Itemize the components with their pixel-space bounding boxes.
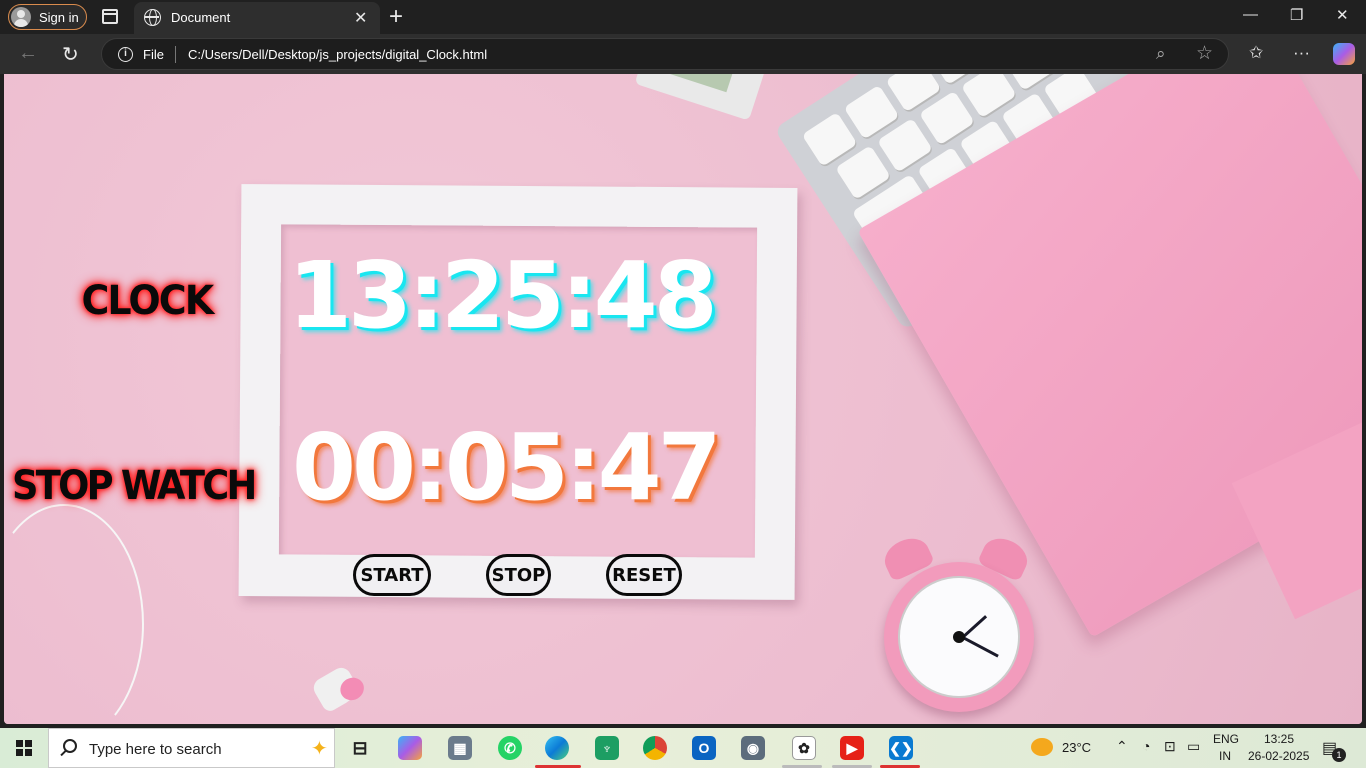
start-button[interactable]: START (353, 554, 431, 596)
tab-actions-icon[interactable] (102, 9, 118, 24)
calculator-icon[interactable]: ▦ (448, 736, 472, 760)
whatsapp-icon[interactable]: ✆ (498, 736, 522, 760)
stop-button[interactable]: STOP (486, 554, 551, 596)
copilot-icon[interactable] (1333, 43, 1355, 65)
info-icon[interactable]: i (118, 47, 133, 62)
sign-in-label: Sign in (39, 9, 79, 25)
refresh-icon[interactable]: ↻ (62, 42, 79, 67)
chrome-icon[interactable] (643, 736, 667, 760)
address-bar[interactable]: i File C:/Users/Dell/Desktop/js_projects… (101, 38, 1229, 70)
favorites-icon[interactable]: ✩ (1249, 43, 1263, 63)
search-icon (63, 739, 77, 753)
divider (175, 46, 176, 63)
wifi-icon[interactable]: ◔ (1142, 738, 1150, 754)
globe-icon (144, 9, 161, 26)
more-menu-icon[interactable]: ··· (1293, 43, 1310, 63)
weather-temperature[interactable]: 23°C (1062, 740, 1091, 755)
stopwatch-label: STOP WATCH (12, 463, 257, 509)
camera-icon[interactable]: ◉ (741, 736, 765, 760)
favorite-star-icon[interactable]: ☆ (1196, 42, 1213, 65)
taskbar-date[interactable]: 26-02-2025 (1248, 749, 1309, 763)
outlook-icon[interactable]: O (692, 736, 716, 760)
battery-icon[interactable]: ▭ (1187, 738, 1200, 755)
taskbar-search-box[interactable]: Type here to search ✦ (48, 728, 335, 768)
edge-icon[interactable] (545, 736, 569, 760)
weather-icon[interactable] (1031, 738, 1053, 756)
address-bar-row: ← ↻ i File C:/Users/Dell/Desktop/js_proj… (0, 34, 1366, 74)
minimize-icon[interactable]: — (1243, 6, 1258, 23)
background-alarm-clock (864, 531, 1054, 724)
sign-in-button[interactable]: Sign in (8, 4, 87, 30)
youtube-icon[interactable]: ▶ (840, 736, 864, 760)
clock-time-display: 13:25:48 (288, 242, 718, 349)
back-icon[interactable]: ← (18, 42, 38, 65)
taskbar-time[interactable]: 13:25 (1264, 732, 1294, 746)
search-placeholder: Type here to search (89, 741, 222, 758)
search-highlight-icon[interactable]: ✦ (311, 736, 328, 761)
reset-button[interactable]: RESET (606, 554, 682, 596)
windows-start-icon[interactable] (16, 740, 32, 756)
chatgpt-icon[interactable]: ✿ (792, 736, 816, 760)
new-tab-icon[interactable]: + (389, 3, 403, 31)
close-window-icon[interactable]: ✕ (1336, 6, 1349, 24)
close-tab-icon[interactable]: ✕ (354, 8, 367, 28)
vscode-icon[interactable]: ❮❯ (889, 736, 913, 760)
browser-tab-bar: Sign in Document ✕ + — ❐ ✕ (0, 0, 1366, 34)
show-hidden-icons-icon[interactable]: ⌃ (1116, 738, 1128, 755)
address-scheme: File (143, 47, 164, 62)
browser-tab-document[interactable]: Document ✕ (134, 2, 380, 34)
page-viewport: CLOCK STOP WATCH 13:25:48 00:05:47 START… (4, 74, 1362, 724)
green-app-icon[interactable]: ♆ (595, 736, 619, 760)
notification-count: 1 (1332, 748, 1346, 762)
copilot-taskbar-icon[interactable] (398, 736, 422, 760)
address-url[interactable]: C:/Users/Dell/Desktop/js_projects/digita… (188, 47, 487, 62)
language-line1[interactable]: ENG (1213, 732, 1239, 746)
zoom-icon[interactable]: ⌕ (1156, 44, 1166, 64)
tab-title: Document (171, 10, 231, 25)
meet-now-icon[interactable]: ⊡ (1164, 738, 1176, 755)
stopwatch-time-display: 00:05:47 (292, 414, 722, 521)
windows-taskbar: Type here to search ✦ ⊟ ▦ ✆ ♆ O ◉ ✿ ▶ ❮❯… (0, 728, 1366, 768)
task-view-icon[interactable]: ⊟ (348, 736, 372, 760)
language-line2[interactable]: IN (1219, 749, 1231, 763)
restore-icon[interactable]: ❐ (1290, 6, 1303, 24)
profile-avatar-icon (11, 7, 31, 27)
clock-label: CLOCK (81, 278, 214, 324)
